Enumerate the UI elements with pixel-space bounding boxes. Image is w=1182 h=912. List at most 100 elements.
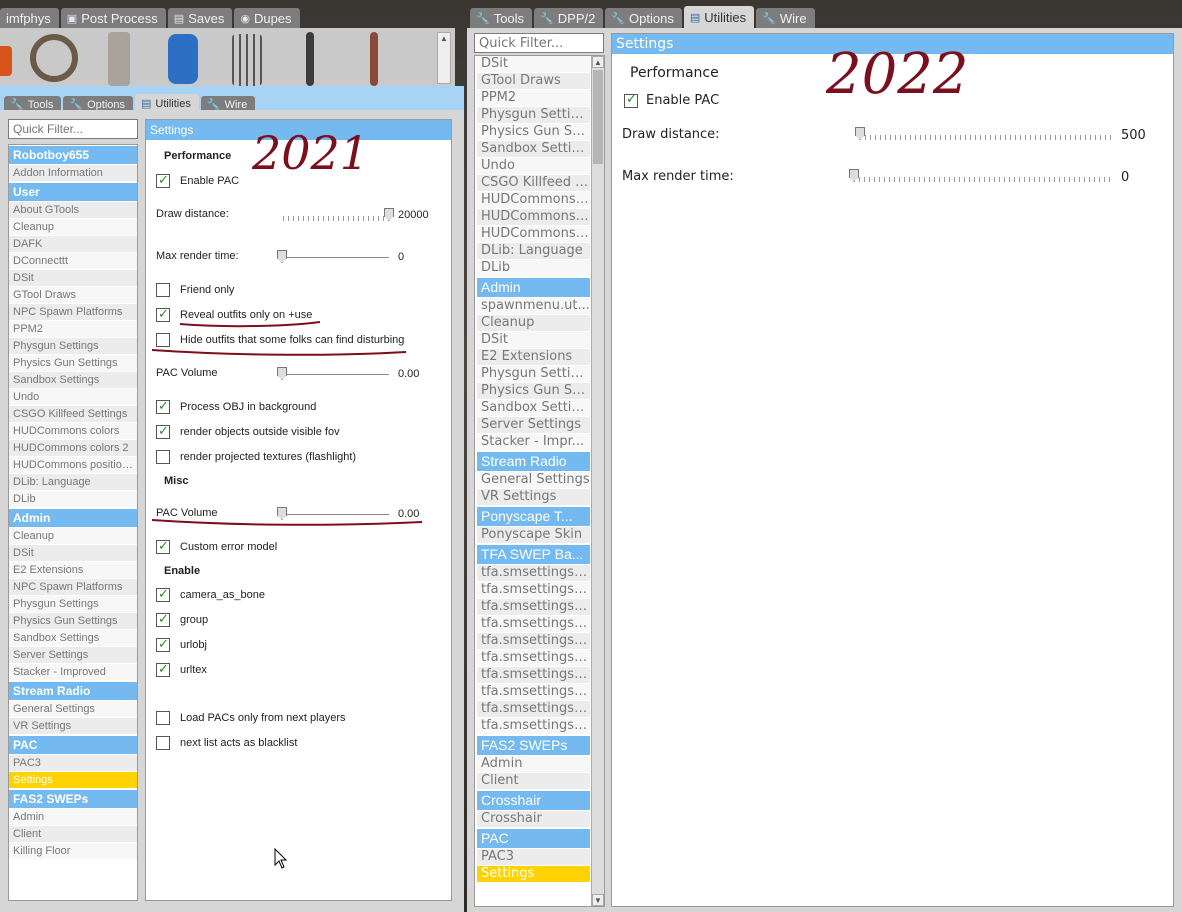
list-item[interactable]: Physics Gun Se...	[477, 124, 590, 141]
scroll-up-arrow[interactable]: ▲	[592, 56, 604, 68]
prop-thumbnail[interactable]	[232, 34, 262, 86]
list-item[interactable]: spawnmenu.ut...	[477, 298, 590, 315]
list-item[interactable]: Undo	[9, 389, 137, 406]
list-item[interactable]: General Settings	[477, 472, 590, 489]
list-item[interactable]: tfa.smsettings....	[477, 650, 590, 667]
list-item[interactable]: Physgun Settings	[9, 338, 137, 355]
right-quick-filter-input[interactable]	[474, 33, 604, 53]
list-item[interactable]: PPM2	[9, 321, 137, 338]
category-header[interactable]: Stream Radio	[477, 452, 590, 472]
list-item[interactable]: Stacker - Improved	[9, 664, 137, 681]
list-item[interactable]: Cleanup	[9, 528, 137, 545]
list-item[interactable]: Physgun Settings	[9, 596, 137, 613]
urltex-row[interactable]: urltex	[156, 661, 207, 677]
list-item[interactable]: DLib	[477, 260, 590, 277]
category-header[interactable]: Robotboy655	[9, 146, 137, 165]
tab-dpp2[interactable]: 🔧 DPP/2	[534, 8, 604, 28]
list-item[interactable]: PPM2	[477, 90, 590, 107]
list-item[interactable]: HUDCommons colors 2	[9, 440, 137, 457]
list-item[interactable]: Sandbox Settings	[9, 372, 137, 389]
list-item[interactable]: DSit	[9, 545, 137, 562]
custom-error-checkbox[interactable]	[156, 538, 170, 554]
list-item[interactable]: Killing Floor	[9, 843, 137, 860]
scroll-down-arrow[interactable]: ▼	[592, 894, 604, 906]
load-pacs-row[interactable]: Load PACs only from next players	[156, 711, 345, 725]
category-header[interactable]: Stream Radio	[9, 682, 137, 701]
list-item[interactable]: Sandbox Settin...	[477, 141, 590, 158]
list-item[interactable]: HUDCommons colors	[9, 423, 137, 440]
list-item[interactable]: Physgun Settin...	[477, 107, 590, 124]
list-item[interactable]: DSit	[477, 332, 590, 349]
group-row[interactable]: group	[156, 611, 208, 627]
list-item[interactable]: CSGO Killfeed S...	[477, 175, 590, 192]
list-item[interactable]: CSGO Killfeed Settings	[9, 406, 137, 423]
list-item[interactable]: tfa.smsettings....	[477, 599, 590, 616]
list-item[interactable]: HUDCommons ...	[477, 192, 590, 209]
list-item[interactable]: HUDCommons position...	[9, 457, 137, 474]
tab-dupes[interactable]: ◉ Dupes	[234, 8, 300, 28]
list-item[interactable]: Settings	[9, 772, 137, 789]
tab-options[interactable]: 🔧 Options	[605, 8, 682, 28]
camera-as-bone-checkbox[interactable]	[156, 586, 170, 602]
list-item[interactable]: Undo	[477, 158, 590, 175]
list-item[interactable]: DLib: Language	[9, 474, 137, 491]
prop-thumbnail[interactable]	[0, 46, 12, 76]
tab-utilities[interactable]: ▤ Utilities	[683, 6, 755, 28]
custom-error-row[interactable]: Custom error model	[156, 538, 277, 554]
list-item[interactable]: Physgun Settin...	[477, 366, 590, 383]
list-item[interactable]: Settings	[477, 866, 590, 883]
scroll-up-arrow[interactable]: ▲	[438, 33, 450, 45]
tab-post-process[interactable]: ▣ Post Process	[60, 8, 166, 28]
tab-imfphys[interactable]: imfphys	[0, 8, 59, 28]
urlobj-row[interactable]: urlobj	[156, 636, 207, 652]
category-header[interactable]: PAC	[9, 736, 137, 755]
enable-pac-checkbox[interactable]	[156, 172, 170, 188]
list-item[interactable]: VR Settings	[477, 489, 590, 506]
left-quick-filter-input[interactable]	[8, 119, 138, 139]
list-item[interactable]: General Settings	[9, 701, 137, 718]
right-list-scrollbar[interactable]: ▲ ▼	[591, 56, 604, 906]
list-item[interactable]: Client	[9, 826, 137, 843]
list-item[interactable]: Addon Information	[9, 165, 137, 182]
list-item[interactable]: Physics Gun Settings	[9, 355, 137, 372]
group-checkbox[interactable]	[156, 611, 170, 627]
category-header[interactable]: Admin	[477, 278, 590, 298]
category-header[interactable]: Ponyscape T...	[477, 507, 590, 527]
list-item[interactable]: Cleanup	[477, 315, 590, 332]
list-item[interactable]: Admin	[477, 756, 590, 773]
list-item[interactable]: Crosshair	[477, 811, 590, 828]
list-item[interactable]: DSit	[477, 56, 590, 73]
category-header[interactable]: User	[9, 183, 137, 202]
list-item[interactable]: tfa.smsettings....	[477, 701, 590, 718]
list-item[interactable]: tfa.smsettings....	[477, 684, 590, 701]
next-list-row[interactable]: next list acts as blacklist	[156, 736, 297, 750]
category-header[interactable]: FAS2 SWEPs	[477, 736, 590, 756]
list-item[interactable]: tfa.smsettings....	[477, 565, 590, 582]
scrollbar-thumb[interactable]	[593, 70, 603, 164]
urlobj-checkbox[interactable]	[156, 636, 170, 652]
next-list-checkbox[interactable]	[156, 736, 170, 750]
list-item[interactable]: DLib: Language	[477, 243, 590, 260]
list-item[interactable]: GTool Draws	[9, 287, 137, 304]
category-header[interactable]: Admin	[9, 509, 137, 528]
list-item[interactable]: Ponyscape Skin	[477, 527, 590, 544]
list-item[interactable]: E2 Extensions	[9, 562, 137, 579]
list-item[interactable]: E2 Extensions	[477, 349, 590, 366]
list-item[interactable]: Server Settings	[477, 417, 590, 434]
category-header[interactable]: PAC	[477, 829, 590, 849]
list-item[interactable]: PAC3	[9, 755, 137, 772]
tab-wire[interactable]: 🔧 Wire	[756, 8, 815, 28]
list-item[interactable]: Physics Gun Se...	[477, 383, 590, 400]
friend-only-row[interactable]: Friend only	[156, 283, 234, 297]
list-item[interactable]: tfa.smsettings....	[477, 667, 590, 684]
max-render-slider-track[interactable]	[283, 257, 389, 258]
list-item[interactable]: HUDCommons ...	[477, 209, 590, 226]
list-item[interactable]: DConnecttt	[9, 253, 137, 270]
list-item[interactable]: Sandbox Settings	[9, 630, 137, 647]
list-item[interactable]: Physics Gun Settings	[9, 613, 137, 630]
prop-thumbnail[interactable]	[168, 34, 198, 84]
list-item[interactable]: Stacker - Impr...	[477, 434, 590, 451]
enable-pac-row[interactable]: Enable PAC	[156, 172, 239, 188]
list-item[interactable]: DAFK	[9, 236, 137, 253]
tab-saves[interactable]: ▤ Saves	[167, 8, 233, 28]
